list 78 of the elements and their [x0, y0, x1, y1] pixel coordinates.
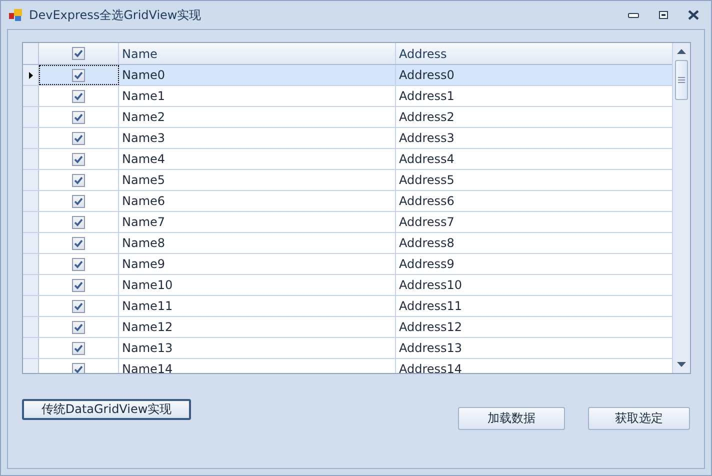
table-cell: Name12 [122, 320, 173, 334]
checkbox[interactable] [72, 110, 85, 124]
close-icon[interactable] [688, 10, 698, 20]
minimize-icon[interactable] [628, 12, 638, 18]
table-cell: Name8 [122, 236, 166, 250]
app-icon [9, 8, 23, 22]
checkbox[interactable] [72, 342, 85, 354]
checkbox[interactable] [72, 320, 85, 334]
checkbox[interactable] [72, 90, 85, 102]
grid-row[interactable]: Name8 Address8 [23, 233, 672, 254]
grid-row[interactable]: Name10 Address10 [23, 275, 672, 296]
scrollbar[interactable] [672, 43, 690, 373]
checkbox[interactable] [72, 258, 85, 270]
table-cell: Name6 [122, 194, 166, 208]
checkbox[interactable] [72, 278, 85, 292]
checkbox[interactable] [72, 300, 85, 312]
checkbox[interactable] [72, 132, 85, 144]
table-cell: Name2 [122, 110, 166, 124]
table-cell: Name0 [122, 68, 166, 82]
table-cell: Name7 [122, 215, 166, 229]
maximize-icon[interactable] [658, 11, 668, 19]
column-header[interactable]: Address [399, 46, 447, 60]
window-title: DevExpress全选GridView实现 [29, 6, 202, 24]
grid-row[interactable]: Name5 Address5 [23, 170, 672, 191]
checkbox[interactable] [72, 362, 85, 373]
table-cell: Address12 [399, 320, 462, 334]
grid-row[interactable]: Name0 Address0 [23, 65, 672, 86]
table-cell: Address11 [399, 299, 462, 313]
checkbox[interactable] [72, 152, 85, 166]
checkbox[interactable] [72, 47, 85, 60]
grid-row[interactable]: Name6 Address6 [23, 191, 672, 212]
table-cell: Address5 [399, 173, 454, 187]
table-cell: Address8 [399, 236, 454, 250]
table-cell: Name3 [122, 131, 166, 145]
scroll-up-icon[interactable] [677, 49, 686, 54]
table-cell: Address13 [399, 341, 462, 355]
checkbox[interactable] [72, 216, 85, 228]
table-cell: Address7 [399, 215, 454, 229]
row-header [23, 43, 39, 64]
table-cell: Name4 [122, 152, 166, 166]
scroll-thumb[interactable] [675, 60, 688, 100]
grid-row[interactable]: Name11 Address11 [23, 296, 672, 317]
table-cell: Name1 [122, 89, 166, 103]
table-cell: Name5 [122, 173, 166, 187]
grid-row[interactable]: Name4 Address4 [23, 149, 672, 170]
grid-row[interactable]: Name2 Address2 [23, 107, 672, 128]
table-cell: Address9 [399, 257, 454, 271]
table-cell: Address10 [399, 278, 462, 292]
grid-row[interactable]: Name1 Address1 [23, 86, 672, 107]
checkbox[interactable] [72, 236, 85, 250]
table-cell: Address3 [399, 131, 454, 145]
grid-row[interactable]: Name12 Address12 [23, 317, 672, 338]
table-cell: Name9 [122, 257, 166, 271]
grid-row[interactable]: Name13 Address13 [23, 338, 672, 359]
table-cell: Name10 [122, 278, 173, 292]
grid-row[interactable]: Name14 Address14 [23, 359, 672, 373]
table-cell: Name14 [122, 362, 173, 373]
table-cell: Name13 [122, 341, 173, 355]
table-cell: Address1 [399, 89, 454, 103]
checkbox[interactable] [72, 174, 85, 186]
checkbox[interactable] [72, 68, 85, 82]
load-data-button[interactable]: 加载数据 [458, 407, 565, 430]
grid-row[interactable]: Name7 Address7 [23, 212, 672, 233]
table-cell: Name11 [122, 299, 173, 313]
checkbox[interactable] [72, 194, 85, 208]
table-cell: Address14 [399, 362, 462, 373]
table-cell: Address2 [399, 110, 454, 124]
grid-row[interactable]: Name3 Address3 [23, 128, 672, 149]
datagridview-button[interactable]: 传统DataGridView实现 [22, 399, 191, 420]
column-header[interactable]: Name [122, 46, 158, 60]
table-cell: Address4 [399, 152, 454, 166]
grid-row[interactable]: Name9 Address9 [23, 254, 672, 275]
table-cell: Address6 [399, 194, 454, 208]
scroll-down-icon[interactable] [677, 362, 686, 367]
row-indicator-icon [28, 72, 32, 78]
row-header[interactable] [23, 65, 39, 85]
table-cell: Address0 [399, 68, 454, 82]
get-selection-button[interactable]: 获取选定 [588, 407, 690, 430]
